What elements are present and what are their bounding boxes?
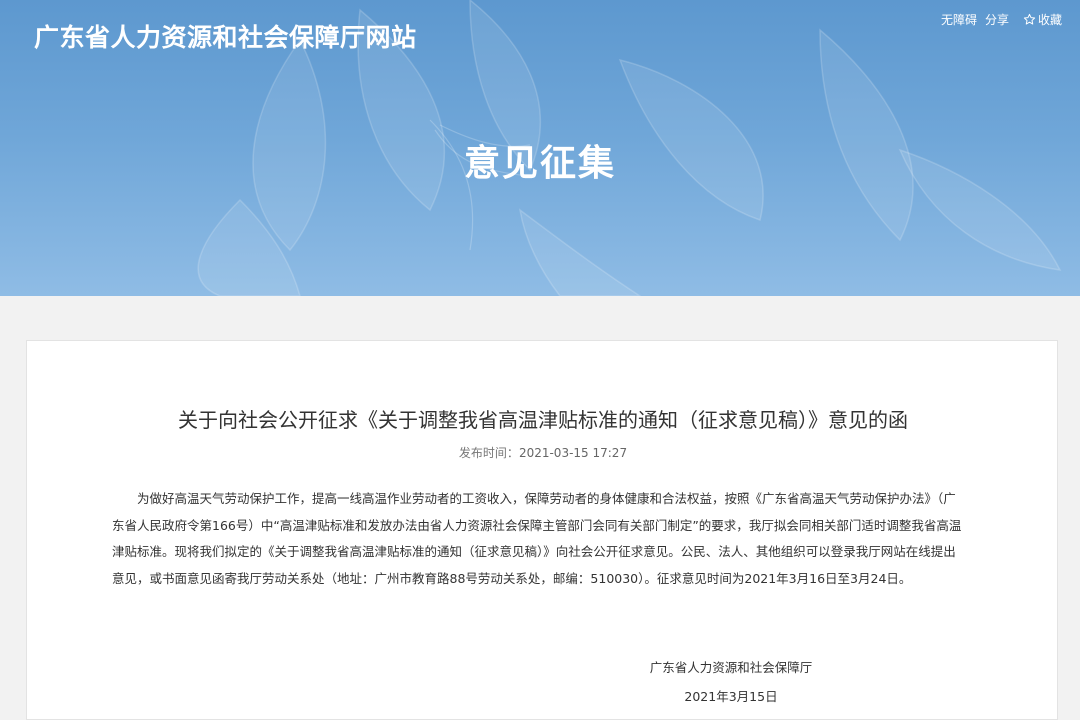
header-toolbar: 无障碍 分享 收藏 [941, 11, 1062, 28]
signature-organization: 广东省人力资源和社会保障厅 [649, 660, 813, 675]
publish-time-label: 发布时间： [458, 446, 519, 460]
accessibility-label: 无障碍 [940, 13, 977, 27]
header-banner: 广东省人力资源和社会保障厅网站 无障碍 分享 收藏 意见征集 [0, 0, 1080, 296]
signature-date: 2021年3月15日 [684, 689, 778, 704]
site-title[interactable]: 广东省人力资源和社会保障厅网站 [34, 18, 417, 54]
section-title: 意见征集 [463, 143, 616, 184]
publish-time-value: 2021-03-15 17:27 [518, 446, 628, 460]
article-card: 关于向社会公开征求《关于调整我省高温津贴标准的通知（征求意见稿）》意见的函 发布… [26, 340, 1058, 720]
article-title: 关于向社会公开征求《关于调整我省高温津贴标准的通知（征求意见稿）》意见的函 [178, 408, 908, 432]
share-label: 分享 [984, 13, 1009, 27]
publish-info: 发布时间：2021-03-15 17:27 [27, 444, 1059, 461]
article-signature: 广东省人力资源和社会保障厅 2021年3月15日 [641, 653, 821, 711]
article-body: 为做好高温天气劳动保护工作，提高一线高温作业劳动者的工资收入，保障劳动者的身体健… [112, 491, 962, 586]
favorite-button[interactable]: 收藏 [1023, 11, 1062, 28]
share-button[interactable]: 分享 [985, 11, 1009, 28]
star-outline-icon [1023, 13, 1036, 25]
favorite-label: 收藏 [1037, 13, 1062, 27]
accessibility-button[interactable]: 无障碍 [941, 11, 977, 28]
